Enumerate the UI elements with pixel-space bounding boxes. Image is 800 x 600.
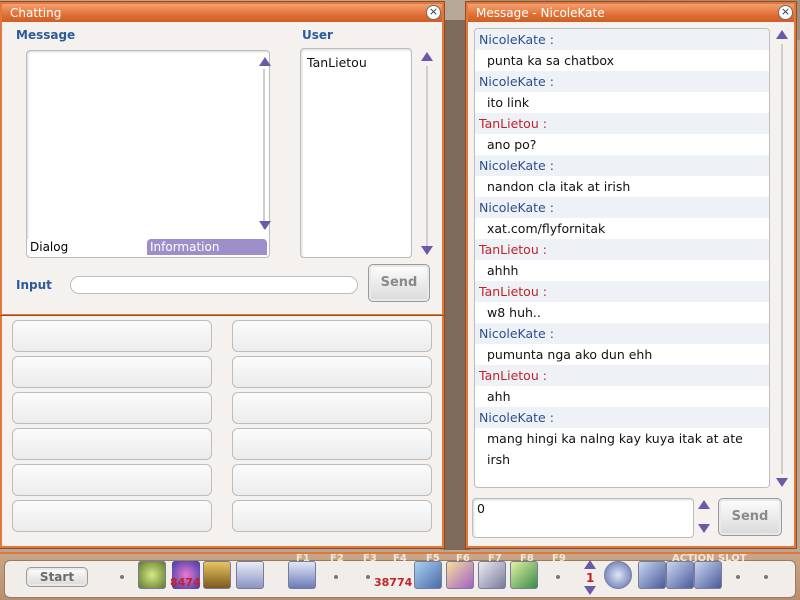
pm-scrollbar[interactable] xyxy=(781,44,783,474)
message-text: pumunta nga ako dun ehh xyxy=(475,344,769,365)
empty-slot-dot xyxy=(556,575,560,579)
item-slot[interactable] xyxy=(12,428,212,460)
empty-slot-dot xyxy=(334,575,338,579)
chatting-title: Chatting xyxy=(2,4,442,22)
helmet-icon[interactable] xyxy=(138,561,166,589)
scroll-up-icon[interactable] xyxy=(259,57,271,66)
empty-slot-dot xyxy=(764,575,768,579)
item-slot[interactable] xyxy=(12,500,212,532)
scroll-down-icon[interactable] xyxy=(776,478,788,487)
message-text: ahhh xyxy=(475,260,769,281)
message-text: nandon cla itak at irish xyxy=(475,176,769,197)
staff-icon[interactable] xyxy=(446,561,474,589)
scroll-down-icon[interactable] xyxy=(421,246,433,255)
item-slot[interactable] xyxy=(232,464,432,496)
skill-icon[interactable] xyxy=(414,561,442,589)
send-button[interactable]: Send xyxy=(368,264,430,302)
hammer-icon[interactable] xyxy=(478,561,506,589)
message-sender: TanLietou : xyxy=(475,113,769,134)
message-sender: NicoleKate : xyxy=(475,407,769,428)
scroll-down-icon[interactable] xyxy=(259,221,271,230)
action-slot-3-icon[interactable] xyxy=(694,561,722,589)
page-number: 1 xyxy=(586,571,595,585)
message-text: punta ka sa chatbox xyxy=(475,50,769,71)
item-slot[interactable] xyxy=(12,392,212,424)
scroll-icon[interactable] xyxy=(203,561,231,589)
pm-input[interactable]: 0 xyxy=(472,498,694,538)
pm-send-button[interactable]: Send xyxy=(718,498,782,536)
f3-label: F3 xyxy=(363,553,377,564)
pm-input-value: 0 xyxy=(477,501,485,516)
message-text: mang hingi ka nalng kay kuya itak at ate… xyxy=(475,428,769,470)
message-scrollbar[interactable] xyxy=(263,69,265,229)
empty-slot-dot xyxy=(120,575,124,579)
user-list-item[interactable]: TanLietou xyxy=(307,55,367,70)
item-slot[interactable] xyxy=(232,356,432,388)
item-slot[interactable] xyxy=(232,392,432,424)
inventory-panel xyxy=(0,316,444,548)
close-icon[interactable]: × xyxy=(426,5,441,20)
item-slot[interactable] xyxy=(12,320,212,352)
item-count-b: 38774 xyxy=(374,576,413,589)
user-list[interactable]: TanLietou xyxy=(300,48,412,258)
tab-information[interactable]: Information xyxy=(147,239,267,255)
message-sender: NicoleKate : xyxy=(475,323,769,344)
message-text: w8 huh.. xyxy=(475,302,769,323)
page-up-icon[interactable] xyxy=(584,560,596,569)
empty-slot-dot xyxy=(366,575,370,579)
scroll-up-icon[interactable] xyxy=(698,500,710,509)
item-slot[interactable] xyxy=(232,500,432,532)
message-sender: TanLietou : xyxy=(475,281,769,302)
scroll-up-icon[interactable] xyxy=(421,52,433,61)
message-sender: TanLietou : xyxy=(475,239,769,260)
scroll-up-icon[interactable] xyxy=(776,30,788,39)
message-text: ito link xyxy=(475,92,769,113)
scroll-down-icon[interactable] xyxy=(698,524,710,533)
pm-title: Message - NicoleKate xyxy=(468,4,794,22)
item-slot[interactable] xyxy=(12,356,212,388)
message-sender: NicoleKate : xyxy=(475,197,769,218)
action-slot-1-icon[interactable] xyxy=(638,561,666,589)
item-count-a: 8474 xyxy=(170,576,201,589)
item-slot[interactable] xyxy=(232,320,432,352)
message-sender: TanLietou : xyxy=(475,365,769,386)
action-slot-2-icon[interactable] xyxy=(666,561,694,589)
input-label: Input xyxy=(16,278,52,292)
f4-label: F4 xyxy=(393,553,407,564)
sword-icon[interactable] xyxy=(288,561,316,589)
item-slot[interactable] xyxy=(232,428,432,460)
user-label: User xyxy=(302,28,333,42)
f2-label: F2 xyxy=(330,553,344,564)
wand-icon[interactable] xyxy=(510,561,538,589)
close-icon[interactable]: × xyxy=(778,5,793,20)
user-scrollbar[interactable] xyxy=(426,66,428,246)
message-text: ano po? xyxy=(475,134,769,155)
item-slot[interactable] xyxy=(12,464,212,496)
slot-icon[interactable] xyxy=(604,561,632,589)
wing-icon[interactable] xyxy=(236,561,264,589)
message-sender: NicoleKate : xyxy=(475,155,769,176)
message-sender: NicoleKate : xyxy=(475,29,769,50)
chat-input[interactable] xyxy=(70,276,358,294)
message-sender: NicoleKate : xyxy=(475,71,769,92)
tab-dialog[interactable]: Dialog xyxy=(27,239,147,255)
message-text: ahh xyxy=(475,386,769,407)
message-text: xat.com/flyfornitak xyxy=(475,218,769,239)
page-down-icon[interactable] xyxy=(584,586,596,595)
empty-slot-dot xyxy=(736,575,740,579)
message-label: Message xyxy=(16,28,76,42)
pm-message-list[interactable]: NicoleKate : punta ka sa chatbox NicoleKat… xyxy=(474,28,770,488)
message-box[interactable]: Dialog Information xyxy=(26,50,271,258)
f9-label: F9 xyxy=(552,553,566,564)
chatting-window: Chatting × Message User Dialog Informati… xyxy=(0,2,444,316)
start-button[interactable]: Start xyxy=(26,567,88,587)
